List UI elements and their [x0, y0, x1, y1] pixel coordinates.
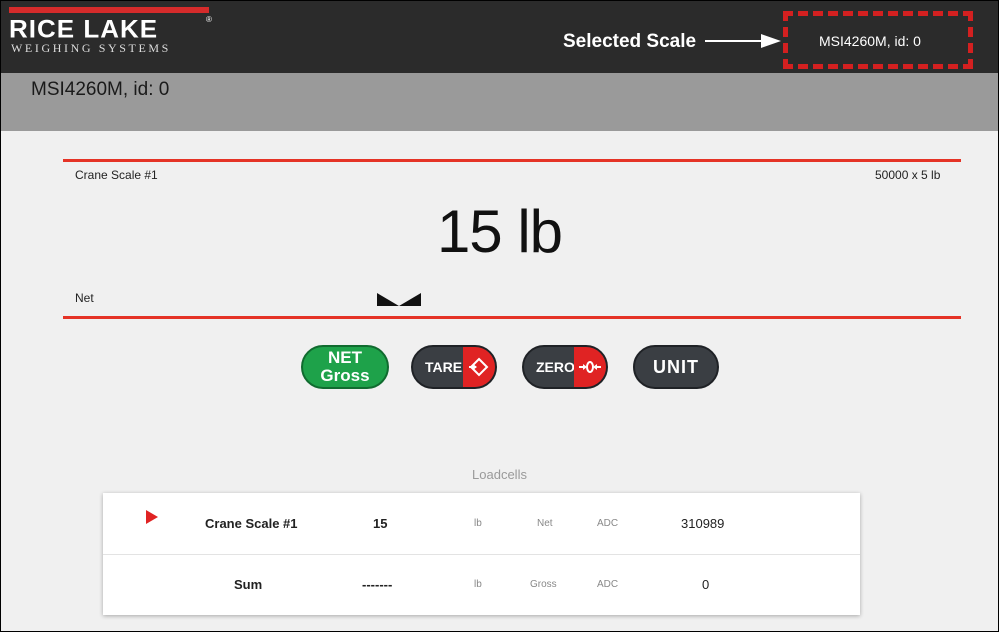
loadcells-table: Crane Scale #1 15 lb Net ADC 310989 Sum …: [103, 493, 860, 615]
loadcell-mode: Gross: [530, 579, 557, 590]
loadcell-value: 15: [373, 516, 388, 531]
loadcell-value: -------: [362, 577, 393, 592]
selected-row-icon: [146, 510, 158, 524]
rice-lake-logo: RICE LAKE ® WEIGHING SYSTEMS: [7, 7, 217, 61]
loadcell-unit: lb: [474, 579, 482, 590]
unit-button[interactable]: UNIT: [633, 345, 719, 389]
weight-display: 15 lb: [436, 198, 563, 265]
logo-registered-mark: ®: [206, 15, 212, 24]
table-row[interactable]: Crane Scale #1 15 lb Net ADC 310989: [103, 493, 860, 555]
tare-button[interactable]: TARE: [411, 345, 497, 389]
zero-button[interactable]: ZERO: [522, 345, 608, 389]
top-divider: [63, 159, 961, 162]
logo-sub-text: WEIGHING SYSTEMS: [11, 41, 171, 55]
title-band: MSI4260M, id: 0: [1, 73, 998, 131]
loadcell-unit: lb: [474, 518, 482, 529]
loadcell-adc-label: ADC: [597, 518, 619, 529]
tare-label: TARE: [425, 359, 463, 375]
loadcell-adc-value: 0: [702, 577, 710, 592]
logo-red-bar: [9, 7, 209, 13]
scale-selector[interactable]: MSI4260M, id: 0: [819, 33, 921, 49]
top-bar: RICE LAKE ® WEIGHING SYSTEMS Selected Sc…: [1, 1, 998, 73]
loadcell-adc-label: ADC: [597, 579, 619, 590]
loadcell-adc-value: 310989: [681, 516, 725, 531]
arrow-right-icon: [705, 34, 781, 48]
page-title: MSI4260M, id: 0: [31, 79, 170, 100]
zero-label: ZERO: [536, 359, 575, 375]
net-label: NET: [328, 348, 362, 367]
logo-main-text: RICE LAKE: [9, 14, 159, 44]
app-frame: RICE LAKE ® WEIGHING SYSTEMS Selected Sc…: [0, 0, 999, 632]
table-row[interactable]: Sum ------- lb Gross ADC 0: [103, 554, 860, 615]
bottom-divider: [63, 316, 961, 319]
weight-mode: Net: [75, 291, 94, 305]
loadcell-name: Crane Scale #1: [205, 516, 298, 531]
scale-capacity: 50000 x 5 lb: [875, 168, 941, 182]
gross-label: Gross: [320, 366, 370, 385]
loadcell-name: Sum: [234, 577, 263, 592]
tare-icon: [463, 347, 495, 387]
center-of-zero-icon: [377, 293, 421, 306]
zero-icon: [574, 347, 606, 387]
loadcell-mode: Net: [537, 518, 553, 529]
loadcells-title: Loadcells: [472, 467, 527, 482]
selected-scale-callout: Selected Scale: [563, 31, 697, 52]
net-gross-button[interactable]: NET Gross: [301, 345, 389, 389]
scale-name: Crane Scale #1: [75, 168, 158, 182]
